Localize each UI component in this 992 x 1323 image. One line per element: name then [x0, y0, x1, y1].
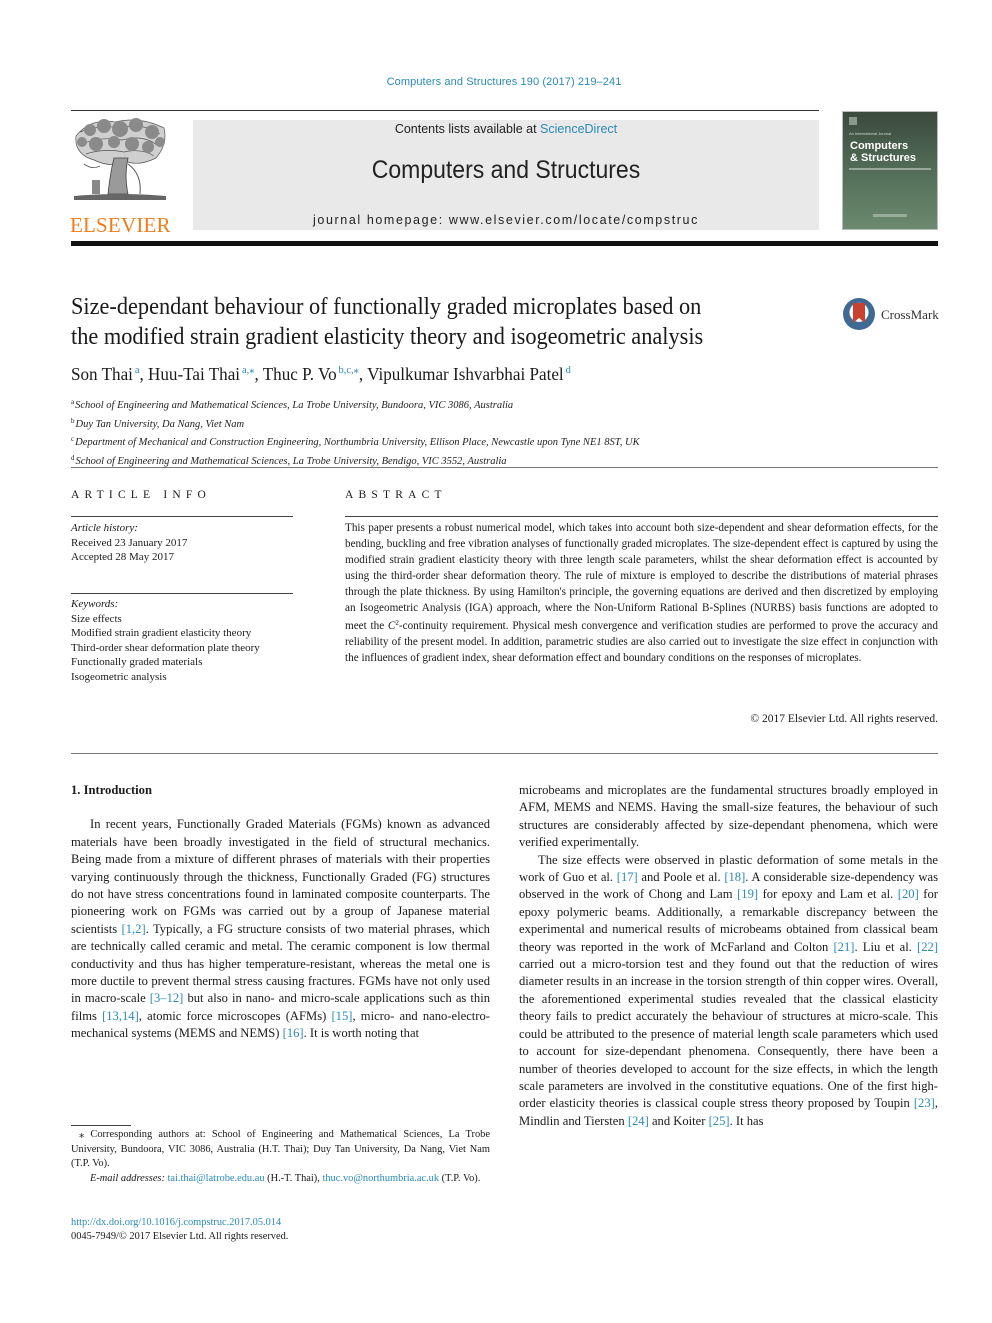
section-heading: 1. Introduction [71, 783, 152, 797]
doi-link[interactable]: http://dx.doi.org/10.1016/j.compstruc.20… [71, 1216, 490, 1230]
doi-block: http://dx.doi.org/10.1016/j.compstruc.20… [71, 1216, 490, 1245]
divider [71, 753, 938, 754]
elsevier-tree-icon [70, 114, 170, 209]
journal-name: Computers and Structures [371, 156, 641, 184]
contents-prefix: Contents lists available at [394, 122, 541, 136]
body-paragraph: microbeams and microplates are the funda… [519, 783, 938, 850]
citation-link[interactable]: [21] [833, 940, 854, 954]
email-link[interactable]: thuc.vo@northumbria.ac.uk [322, 1173, 439, 1184]
abstract-text: This paper presents a robust numerical m… [345, 522, 938, 665]
title-line-2: the modified strain gradient elasticity … [71, 324, 704, 350]
email-link[interactable]: tai.thai@latrobe.edu.au [168, 1173, 265, 1184]
author[interactable]: Vipulkumar Ishvarbhai Patel d [367, 364, 571, 384]
author[interactable]: Thuc P. Vo b,c,⁎ [263, 364, 359, 384]
body-text: In recent years, Functionally Graded Mat… [71, 817, 490, 936]
keywords-label: Keywords: [71, 598, 119, 610]
citation-link[interactable]: [23] [914, 1096, 935, 1110]
author-affil-marker[interactable]: b,c,⁎ [339, 364, 359, 376]
article-title: Size-dependant behaviour of functionally… [71, 292, 778, 352]
divider [71, 516, 293, 517]
affiliation-item: aSchool of Engineering and Mathematical … [71, 398, 514, 411]
author[interactable]: Huu-Tai Thai a,⁎ [148, 364, 254, 384]
abstract-heading: ABSTRACT [345, 489, 447, 501]
citation-link[interactable]: [17] [617, 870, 638, 884]
keyword: Isogeometric analysis [71, 670, 167, 683]
author-affil-marker[interactable]: d [566, 364, 571, 376]
issn-copyright: 0045-7949/© 2017 Elsevier Ltd. All right… [71, 1231, 289, 1243]
divider [345, 516, 938, 517]
corresponding-author-note: ⁎ Corresponding authors at: School of En… [71, 1129, 490, 1170]
header-rule [71, 110, 819, 111]
cover-emblem-icon [849, 117, 857, 125]
citation-link[interactable]: [20] [898, 887, 919, 901]
body-column-left: 1. Introduction In recent years, Functio… [71, 782, 490, 1043]
title-line-1: Size-dependant behaviour of functionally… [71, 294, 702, 320]
body-text: carried out a micro-torsion test and the… [519, 957, 938, 1111]
affiliation-item: bDuy Tan University, Da Nang, Viet Nam [71, 416, 245, 430]
body-text: for epoxy and Lam et al. [758, 887, 898, 902]
affiliations: aSchool of Engineering and Mathematical … [71, 395, 931, 469]
citation-link[interactable]: [3–12] [150, 991, 184, 1005]
affiliation-item: cDepartment of Mechanical and Constructi… [71, 435, 640, 448]
citation-link[interactable]: [13,14] [102, 1009, 139, 1023]
email-note: E-mail addresses: tai.thai@latrobe.edu.a… [90, 1172, 481, 1184]
journal-homepage-link[interactable]: journal homepage: www.elsevier.com/locat… [193, 213, 819, 227]
citation-link[interactable]: [16] [283, 1026, 304, 1040]
citation-link[interactable]: [22] [917, 940, 938, 954]
article-history: Article history: Received 23 January 201… [71, 521, 301, 565]
footnote-rule [71, 1125, 131, 1126]
body-text: , atomic force microscopes (AFMs) [138, 1008, 332, 1023]
citation-link[interactable]: [1,2] [122, 922, 146, 936]
body-column-right: microbeams and microplates are the funda… [519, 782, 938, 1130]
elsevier-logo[interactable]: ELSEVIER [70, 114, 174, 237]
contents-line: Contents lists available at ScienceDirec… [193, 122, 819, 136]
keyword: Third-order shear deformation plate theo… [71, 641, 260, 654]
history-label: Article history: [71, 522, 138, 534]
author-list: Son Thai a, Huu-Tai Thai a,⁎, Thuc P. Vo b,… [71, 364, 571, 384]
sciencedirect-link[interactable]: ScienceDirect [540, 122, 617, 136]
crossmark-button[interactable]: CrossMark [843, 298, 943, 334]
keyword: Functionally graded materials [71, 656, 203, 668]
body-text: . Liu et al. [854, 939, 918, 954]
journal-masthead: Contents lists available at ScienceDirec… [193, 120, 819, 230]
body-paragraph: The size effects were observed in plasti… [519, 852, 938, 1131]
cover-title-line2: & Structures [850, 152, 917, 164]
keyword: Modified strain gradient elasticity theo… [71, 627, 252, 639]
accepted-date: Accepted 28 May 2017 [71, 551, 174, 563]
received-date: Received 23 January 2017 [71, 536, 188, 549]
body-text: . It is worth noting that [303, 1026, 420, 1041]
keyword: Size effects [71, 612, 122, 625]
cover-title: Computers & Structures [850, 140, 916, 164]
author-affil-marker[interactable]: a,⁎ [242, 364, 254, 376]
elsevier-wordmark: ELSEVIER [70, 213, 171, 237]
article-info-heading: ARTICLE INFO [71, 489, 211, 501]
cover-footer-bar [873, 214, 907, 217]
citation-link[interactable]: [18] [724, 870, 745, 884]
cover-subtitle-bar [849, 168, 931, 170]
divider [71, 467, 938, 468]
body-text: . It has [729, 1113, 764, 1128]
citation-link[interactable]: [15] [331, 1009, 352, 1023]
body-paragraph: In recent years, Functionally Graded Mat… [71, 816, 490, 1042]
divider [71, 593, 293, 594]
journal-citation-link[interactable]: Computers and Structures 190 (2017) 219–… [0, 76, 992, 88]
header-thick-rule [71, 241, 938, 246]
citation-link[interactable]: [25] [709, 1114, 730, 1128]
journal-cover-thumbnail[interactable]: An International Journal Computers & Str… [842, 111, 938, 230]
cover-title-line1: Computers [850, 140, 909, 152]
keywords: Keywords: Size effects Modified strain g… [71, 597, 301, 684]
body-text: and Koiter [648, 1113, 709, 1128]
abstract-copyright: © 2017 Elsevier Ltd. All rights reserved… [750, 713, 938, 725]
body-text: and Poole et al. [637, 870, 725, 885]
citation-link[interactable]: [19] [737, 887, 758, 901]
author[interactable]: Son Thai a [71, 364, 139, 384]
citation-link[interactable]: [24] [628, 1114, 649, 1128]
crossmark-label: CrossMark [881, 307, 939, 322]
footnotes: ⁎ Corresponding authors at: School of En… [71, 1128, 490, 1186]
cover-small-text: An International Journal [849, 131, 892, 136]
